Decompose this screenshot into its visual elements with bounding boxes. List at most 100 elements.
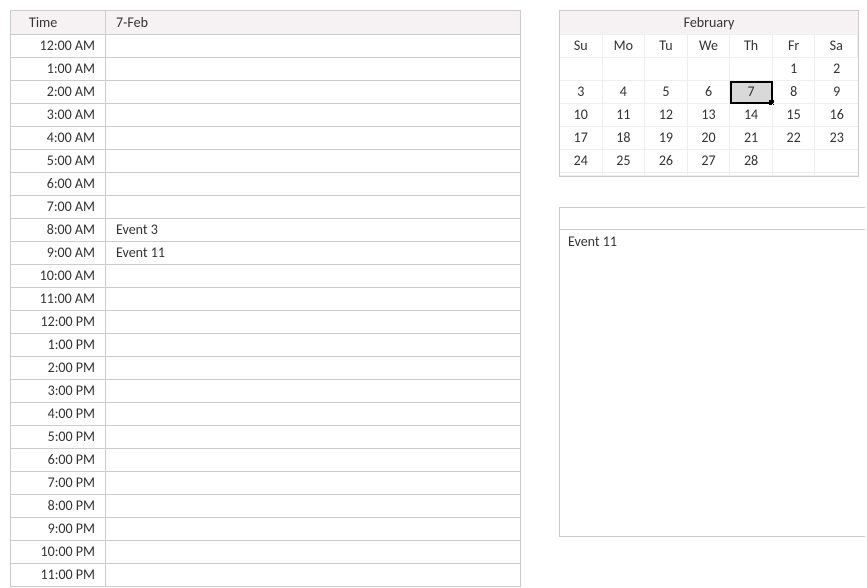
schedule-row[interactable]: 4:00 AM: [11, 127, 520, 150]
schedule-event-cell[interactable]: [106, 288, 520, 310]
detail-text[interactable]: Event 11: [560, 230, 865, 253]
schedule-row[interactable]: 1:00 AM: [11, 58, 520, 81]
schedule-row[interactable]: 9:00 AMEvent 11: [11, 242, 520, 265]
schedule-event-cell[interactable]: [106, 426, 520, 448]
schedule-time-cell[interactable]: 8:00 AM: [11, 219, 106, 241]
calendar-day-cell[interactable]: 4: [603, 81, 646, 104]
schedule-event-cell[interactable]: [106, 472, 520, 494]
schedule-time-cell[interactable]: 8:00 PM: [11, 495, 106, 517]
calendar-day-cell[interactable]: 10: [560, 104, 603, 127]
schedule-time-cell[interactable]: 7:00 AM: [11, 196, 106, 218]
schedule-row[interactable]: 12:00 PM: [11, 311, 520, 334]
calendar-day-cell[interactable]: 11: [603, 104, 646, 127]
calendar-day-cell[interactable]: 24: [560, 150, 603, 173]
calendar-day-cell[interactable]: 21: [730, 127, 773, 150]
schedule-row[interactable]: 3:00 PM: [11, 380, 520, 403]
schedule-time-cell[interactable]: 12:00 AM: [11, 35, 106, 57]
calendar-day-cell[interactable]: 20: [688, 127, 731, 150]
calendar-day-cell[interactable]: 18: [603, 127, 646, 150]
schedule-row[interactable]: 12:00 AM: [11, 35, 520, 58]
calendar-day-cell[interactable]: 17: [560, 127, 603, 150]
schedule-time-cell[interactable]: 3:00 AM: [11, 104, 106, 126]
schedule-event-cell[interactable]: [106, 518, 520, 540]
schedule-row[interactable]: 8:00 AMEvent 3: [11, 219, 520, 242]
calendar-day-cell[interactable]: 2: [815, 58, 858, 81]
schedule-time-cell[interactable]: 4:00 AM: [11, 127, 106, 149]
schedule-row[interactable]: 2:00 AM: [11, 81, 520, 104]
schedule-row[interactable]: 7:00 PM: [11, 472, 520, 495]
schedule-row[interactable]: 4:00 PM: [11, 403, 520, 426]
calendar-day-cell[interactable]: 8: [773, 81, 816, 104]
schedule-row[interactable]: 3:00 AM: [11, 104, 520, 127]
schedule-time-cell[interactable]: 5:00 AM: [11, 150, 106, 172]
schedule-event-cell[interactable]: [106, 265, 520, 287]
calendar-day-cell[interactable]: 19: [645, 127, 688, 150]
schedule-event-cell[interactable]: [106, 104, 520, 126]
schedule-event-cell[interactable]: [106, 564, 520, 586]
calendar-day-cell[interactable]: 23: [815, 127, 858, 150]
schedule-time-cell[interactable]: 3:00 PM: [11, 380, 106, 402]
schedule-time-cell[interactable]: 1:00 PM: [11, 334, 106, 356]
calendar-day-cell[interactable]: 22: [773, 127, 816, 150]
schedule-time-cell[interactable]: 11:00 PM: [11, 564, 106, 586]
schedule-time-cell[interactable]: 10:00 PM: [11, 541, 106, 563]
schedule-event-cell[interactable]: [106, 380, 520, 402]
schedule-row[interactable]: 9:00 PM: [11, 518, 520, 541]
calendar-day-cell[interactable]: 9: [815, 81, 858, 104]
schedule-time-cell[interactable]: 9:00 AM: [11, 242, 106, 264]
schedule-time-cell[interactable]: 10:00 AM: [11, 265, 106, 287]
schedule-time-cell[interactable]: 4:00 PM: [11, 403, 106, 425]
calendar-day-cell[interactable]: 27: [688, 150, 731, 173]
schedule-time-cell[interactable]: 6:00 AM: [11, 173, 106, 195]
schedule-event-cell[interactable]: [106, 449, 520, 471]
schedule-event-cell[interactable]: [106, 334, 520, 356]
schedule-row[interactable]: 10:00 PM: [11, 541, 520, 564]
calendar-day-cell[interactable]: 6: [688, 81, 731, 104]
schedule-event-cell[interactable]: [106, 357, 520, 379]
schedule-row[interactable]: 7:00 AM: [11, 196, 520, 219]
schedule-event-cell[interactable]: [106, 196, 520, 218]
schedule-event-cell[interactable]: [106, 311, 520, 333]
schedule-time-cell[interactable]: 2:00 PM: [11, 357, 106, 379]
schedule-row[interactable]: 6:00 PM: [11, 449, 520, 472]
schedule-event-cell[interactable]: Event 11: [106, 242, 520, 264]
schedule-event-cell[interactable]: Event 3: [106, 219, 520, 241]
schedule-event-cell[interactable]: [106, 150, 520, 172]
schedule-event-cell[interactable]: [106, 127, 520, 149]
schedule-row[interactable]: 1:00 PM: [11, 334, 520, 357]
schedule-time-cell[interactable]: 5:00 PM: [11, 426, 106, 448]
schedule-event-cell[interactable]: [106, 81, 520, 103]
schedule-time-cell[interactable]: 11:00 AM: [11, 288, 106, 310]
calendar-day-cell[interactable]: 25: [603, 150, 646, 173]
schedule-row[interactable]: 6:00 AM: [11, 173, 520, 196]
calendar-day-cell[interactable]: 28: [730, 150, 773, 173]
schedule-row[interactable]: 2:00 PM: [11, 357, 520, 380]
schedule-time-cell[interactable]: 9:00 PM: [11, 518, 106, 540]
calendar-day-cell[interactable]: 1: [773, 58, 816, 81]
calendar-day-cell[interactable]: 26: [645, 150, 688, 173]
schedule-row[interactable]: 11:00 PM: [11, 564, 520, 586]
schedule-time-cell[interactable]: 6:00 PM: [11, 449, 106, 471]
calendar-day-cell[interactable]: 14: [730, 104, 773, 127]
schedule-time-cell[interactable]: 12:00 PM: [11, 311, 106, 333]
schedule-row[interactable]: 11:00 AM: [11, 288, 520, 311]
schedule-row[interactable]: 5:00 PM: [11, 426, 520, 449]
schedule-event-cell[interactable]: [106, 495, 520, 517]
calendar-day-cell[interactable]: 15: [773, 104, 816, 127]
schedule-row[interactable]: 8:00 PM: [11, 495, 520, 518]
schedule-event-cell[interactable]: [106, 403, 520, 425]
schedule-event-cell[interactable]: [106, 173, 520, 195]
schedule-event-cell[interactable]: [106, 58, 520, 80]
calendar-day-cell[interactable]: 5: [645, 81, 688, 104]
calendar-day-cell[interactable]: 7: [730, 81, 773, 104]
calendar-day-cell[interactable]: 13: [688, 104, 731, 127]
calendar-day-cell[interactable]: 3: [560, 81, 603, 104]
schedule-time-cell[interactable]: 2:00 AM: [11, 81, 106, 103]
calendar-day-cell[interactable]: 16: [815, 104, 858, 127]
schedule-row[interactable]: 10:00 AM: [11, 265, 520, 288]
calendar-day-cell[interactable]: 12: [645, 104, 688, 127]
schedule-event-cell[interactable]: [106, 35, 520, 57]
schedule-time-cell[interactable]: 1:00 AM: [11, 58, 106, 80]
schedule-event-cell[interactable]: [106, 541, 520, 563]
schedule-time-cell[interactable]: 7:00 PM: [11, 472, 106, 494]
